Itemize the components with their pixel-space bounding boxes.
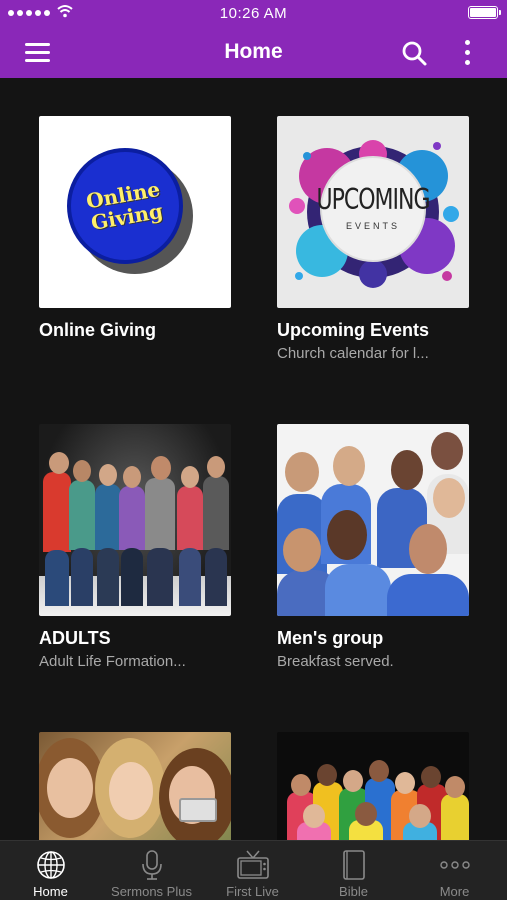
- card-children[interactable]: [277, 732, 471, 840]
- microphone-icon: [141, 850, 162, 880]
- tab-sermons-plus[interactable]: Sermons Plus: [101, 841, 202, 900]
- adults-photo: [39, 424, 231, 616]
- online-giving-image: Online Giving: [39, 116, 231, 308]
- tab-more[interactable]: More: [404, 841, 505, 900]
- bottom-tab-bar: Home Sermons Plus First Live Bible More: [0, 840, 507, 900]
- youth-photo: [39, 732, 231, 840]
- card-subtitle: Adult Life Formation...: [39, 653, 186, 670]
- card-title: Men's group: [277, 628, 384, 648]
- card-online-giving[interactable]: Online Giving Online Giving: [39, 116, 233, 341]
- home-grid: Online Giving Online Giving UPCOMING EVE…: [0, 78, 507, 840]
- tab-first-live[interactable]: First Live: [202, 841, 303, 900]
- page-title: Home: [224, 40, 283, 63]
- tab-label: Bible: [339, 884, 368, 899]
- upcoming-events-image: UPCOMING EVENTS: [277, 116, 469, 308]
- tab-label: Sermons Plus: [111, 884, 192, 899]
- card-mens-group[interactable]: Men's group Breakfast served.: [277, 424, 471, 670]
- card-title: Upcoming Events: [277, 320, 430, 340]
- app-header: 10:26 AM Home: [0, 0, 507, 78]
- tab-label: More: [439, 884, 470, 899]
- status-bar: 10:26 AM: [0, 0, 507, 26]
- tab-bible[interactable]: Bible: [303, 841, 404, 900]
- tab-label: Home: [33, 884, 68, 899]
- globe-icon: [36, 851, 65, 879]
- battery-icon: [468, 6, 501, 19]
- app-bar: Home: [0, 26, 507, 78]
- card-title: Online Giving: [39, 320, 157, 340]
- card-youth[interactable]: [39, 732, 233, 840]
- children-photo: [277, 732, 469, 840]
- card-adults[interactable]: ADULTS Adult Life Formation...: [39, 424, 233, 670]
- card-upcoming-events[interactable]: UPCOMING EVENTS Upcoming Events Church c…: [277, 116, 471, 362]
- ellipsis-icon: [439, 861, 470, 869]
- book-icon: [342, 850, 365, 880]
- tab-label: First Live: [226, 884, 279, 899]
- search-icon[interactable]: [400, 39, 428, 67]
- tv-icon: [236, 850, 269, 879]
- mens-group-photo: [277, 424, 469, 616]
- tab-home[interactable]: Home: [0, 841, 101, 900]
- overflow-menu-icon[interactable]: [456, 38, 480, 68]
- card-subtitle: Church calendar for l...: [277, 345, 429, 362]
- status-time: 10:26 AM: [219, 5, 288, 22]
- card-subtitle: Breakfast served.: [277, 653, 394, 670]
- card-title: ADULTS: [39, 628, 111, 648]
